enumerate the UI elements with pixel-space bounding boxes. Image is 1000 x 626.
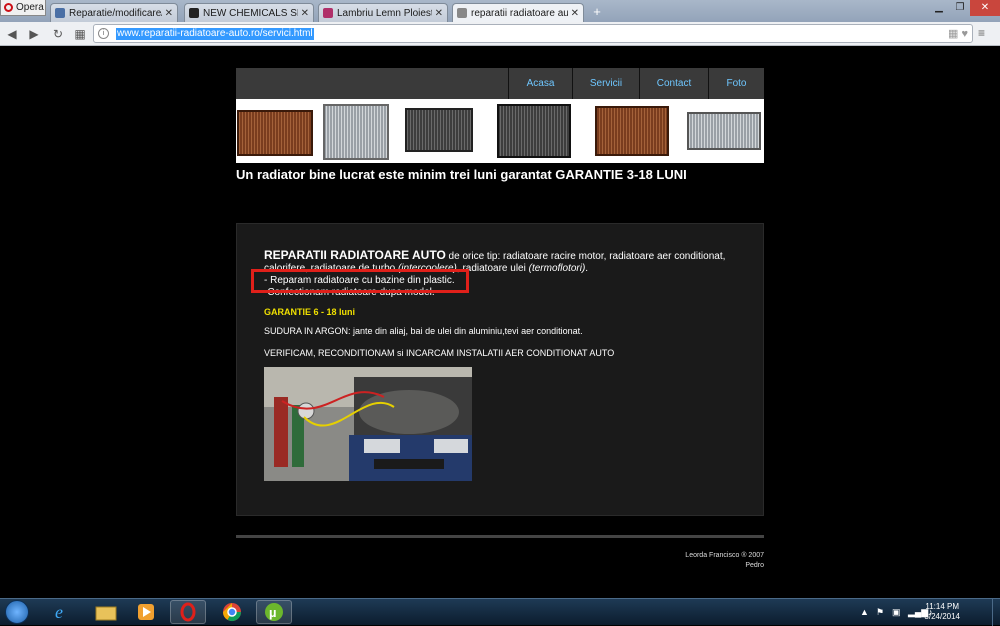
services-heading: REPARATII RADIATOARE AUTO bbox=[264, 248, 446, 262]
argon-welding-text: SUDURA IN ARGON: jante din aliaj, bai de… bbox=[264, 326, 583, 336]
tray-expand-icon[interactable]: ▲ bbox=[860, 607, 869, 617]
radiator-banner bbox=[236, 99, 764, 163]
explorer-icon[interactable] bbox=[88, 600, 124, 624]
opera-menu-button[interactable]: Opera bbox=[0, 0, 46, 16]
show-desktop-button[interactable] bbox=[992, 599, 1000, 626]
radiator-copper-1 bbox=[237, 110, 313, 156]
opera-menu-label: Opera bbox=[16, 2, 44, 13]
ac-service-photo bbox=[264, 367, 472, 481]
radiator-banner-image bbox=[237, 104, 761, 160]
engine-bay-photo bbox=[264, 367, 472, 481]
site-nav: Acasa Servicii Contact Foto bbox=[508, 68, 764, 99]
nav-servicii[interactable]: Servicii bbox=[572, 68, 639, 99]
intro-text-4: . bbox=[585, 263, 589, 274]
highlight-box bbox=[251, 269, 469, 293]
maximize-button[interactable]: ❐ bbox=[950, 0, 970, 16]
address-bar[interactable]: i www.reparatii-radiatoare-auto.ro/servi… bbox=[93, 24, 973, 43]
tab-reparatii-radiatoare[interactable]: reparatii radiatoare auto ✕ bbox=[452, 3, 584, 22]
nav-acasa[interactable]: Acasa bbox=[508, 68, 572, 99]
back-icon[interactable]: ◀ bbox=[4, 26, 20, 42]
utorrent-icon[interactable]: µ bbox=[256, 600, 292, 624]
close-icon[interactable]: ✕ bbox=[435, 8, 443, 19]
start-button[interactable] bbox=[5, 600, 29, 624]
close-icon[interactable]: ✕ bbox=[571, 8, 579, 19]
svg-text:e: e bbox=[55, 602, 63, 622]
speed-dial-icon[interactable]: ▦ bbox=[72, 26, 88, 42]
svg-text:µ: µ bbox=[269, 605, 277, 620]
tab-lambriu[interactable]: Lambriu Lemn Ploiesti - B ✕ bbox=[318, 3, 448, 22]
page-favicon-icon bbox=[323, 8, 333, 18]
intro-text-1: de orice tip: radiatoare racire motor, r… bbox=[445, 251, 726, 262]
close-icon[interactable]: ✕ bbox=[165, 8, 173, 19]
nav-contact[interactable]: Contact bbox=[639, 68, 708, 99]
footer-copyright: Leorda Francisco ® 2007 bbox=[685, 552, 764, 559]
tray-app-icon[interactable]: ▣ bbox=[892, 607, 901, 618]
tagline: Un radiator bine lucrat este minim trei … bbox=[236, 167, 687, 182]
intro-termo: (termoflotori) bbox=[528, 263, 586, 274]
site-info-icon[interactable]: i bbox=[98, 28, 109, 39]
opera-taskbar-icon[interactable] bbox=[170, 600, 206, 624]
site-footer: Leorda Francisco ® 2007 Pedro bbox=[500, 551, 764, 571]
windows-taskbar: e µ ▲ ⚑ ▣ ▂▄▆ ♪ 11:14 PM 3/24/2014 bbox=[0, 598, 1000, 626]
clock-date: 3/24/2014 bbox=[924, 612, 960, 621]
tab-new-chemicals[interactable]: NEW CHEMICALS SRL ✕ bbox=[184, 3, 314, 22]
page-favicon-icon bbox=[189, 8, 199, 18]
forward-icon[interactable]: ▶ bbox=[26, 26, 42, 42]
browser-chrome: Opera Reparatie/modificare/carp ✕ NEW CH… bbox=[0, 0, 1000, 46]
radiator-silver-2 bbox=[687, 112, 761, 150]
web-page: Acasa Servicii Contact Foto Un radiator … bbox=[0, 46, 1000, 598]
services-panel: REPARATII RADIATOARE AUTO de orice tip: … bbox=[236, 223, 764, 516]
nav-foto[interactable]: Foto bbox=[708, 68, 764, 99]
tab-title: reparatii radiatoare auto bbox=[471, 7, 568, 19]
footer-divider bbox=[236, 535, 764, 538]
tab-title: Reparatie/modificare/carp bbox=[69, 7, 162, 19]
chrome-icon[interactable] bbox=[214, 600, 250, 624]
taskbar-clock[interactable]: 11:14 PM 3/24/2014 bbox=[924, 602, 960, 622]
tab-reparatie[interactable]: Reparatie/modificare/carp ✕ bbox=[50, 3, 178, 22]
close-window-button[interactable]: ✕ bbox=[970, 0, 1000, 16]
ie-icon[interactable]: e bbox=[44, 600, 80, 624]
tab-strip: Opera Reparatie/modificare/carp ✕ NEW CH… bbox=[0, 0, 1000, 22]
media-player-icon[interactable] bbox=[128, 600, 164, 624]
action-center-icon[interactable]: ⚑ bbox=[876, 607, 884, 618]
site-header: Acasa Servicii Contact Foto bbox=[236, 68, 764, 99]
radiator-silver-1 bbox=[323, 104, 389, 160]
clock-time: 11:14 PM bbox=[925, 602, 960, 611]
radiator-dark-1 bbox=[405, 108, 473, 152]
bookmark-heart-icon[interactable]: ▦ ♥ bbox=[948, 27, 968, 40]
tab-title: Lambriu Lemn Ploiesti - B bbox=[337, 7, 432, 19]
page-favicon-icon bbox=[55, 8, 65, 18]
address-url[interactable]: www.reparatii-radiatoare-auto.ro/servici… bbox=[116, 28, 314, 40]
minimize-button[interactable]: ▁ bbox=[928, 0, 950, 16]
tab-title: NEW CHEMICALS SRL bbox=[203, 7, 298, 19]
browser-toolbar: ◀ ▶ ↻ ▦ i www.reparatii-radiatoare-auto.… bbox=[0, 22, 1000, 46]
guarantee-text: GARANTIE 6 - 18 luni bbox=[264, 307, 356, 317]
radiator-copper-2 bbox=[595, 106, 669, 156]
page-favicon-icon bbox=[457, 8, 467, 18]
reload-icon[interactable]: ↻ bbox=[50, 26, 66, 42]
opera-logo-icon bbox=[4, 3, 13, 12]
radiator-dark-2 bbox=[497, 104, 571, 158]
close-icon[interactable]: ✕ bbox=[301, 8, 309, 19]
new-tab-button[interactable]: + bbox=[590, 5, 604, 19]
ac-service-text: VERIFICAM, RECONDITIONAM si INCARCAM INS… bbox=[264, 348, 615, 358]
browser-menu-icon[interactable]: ≡ bbox=[978, 26, 985, 40]
footer-author: Pedro bbox=[745, 562, 764, 569]
